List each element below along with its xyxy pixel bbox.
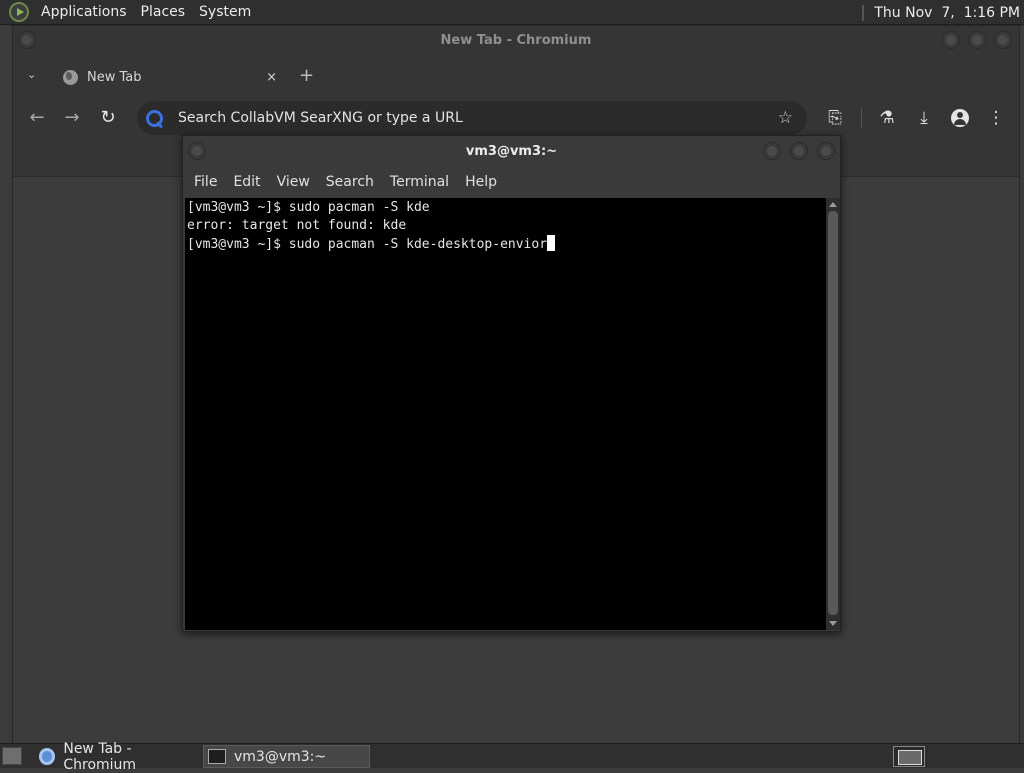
clock-text: Thu Nov 7, 1:16 PM [874, 4, 1020, 21]
menu-terminal[interactable]: Terminal [382, 174, 457, 190]
profile-avatar-icon[interactable] [948, 106, 972, 130]
browser-toolbar: ← → ↻ Search CollabVM SearXNG or type a … [13, 98, 1019, 138]
menu-search[interactable]: Search [318, 174, 382, 190]
extensions-puzzle-icon[interactable]: ⎘ [823, 106, 847, 130]
scroll-up-arrow-icon[interactable] [829, 202, 837, 207]
terminal-line-current: [vm3@vm3 ~]$ sudo pacman -S kde-desktop-… [187, 235, 826, 254]
menu-applications[interactable]: Applications [34, 4, 134, 20]
back-arrow-icon[interactable]: ← [25, 106, 49, 130]
bottom-panel: New Tab - Chromium vm3@vm3:~ [0, 741, 1024, 773]
chromium-window-title: New Tab - Chromium [440, 33, 592, 48]
scroll-down-arrow-icon[interactable] [829, 621, 837, 626]
chromium-icon [39, 748, 56, 765]
menu-system[interactable]: System [192, 4, 258, 20]
menu-places[interactable]: Places [134, 4, 193, 20]
terminal-minimize-icon[interactable] [763, 142, 781, 160]
menu-view[interactable]: View [269, 174, 318, 190]
maximize-icon[interactable] [968, 31, 986, 49]
panel-separator [862, 4, 865, 21]
terminal-line: error: target not found: kde [187, 218, 407, 233]
downloads-icon[interactable]: ⤓ [912, 106, 936, 130]
text-cursor [547, 235, 556, 251]
workspace-switcher[interactable] [893, 746, 925, 767]
terminal-input: [vm3@vm3 ~]$ sudo pacman -S kde-desktop-… [187, 237, 548, 252]
terminal-scrollbar[interactable] [826, 198, 840, 630]
tab-close-icon[interactable]: × [266, 70, 277, 85]
taskbar-terminal-label: vm3@vm3:~ [234, 748, 327, 765]
terminal-window: vm3@vm3:~ File Edit View Search Terminal… [182, 135, 841, 632]
scrollbar-thumb[interactable] [828, 211, 838, 615]
toolbar-divider [861, 108, 862, 128]
tab-search-chevron-icon[interactable]: ⌄ [27, 68, 41, 82]
terminal-maximize-icon[interactable] [790, 142, 808, 160]
distro-logo-icon[interactable] [9, 2, 29, 22]
forward-arrow-icon[interactable]: → [60, 106, 84, 130]
terminal-line: [vm3@vm3 ~]$ sudo pacman -S kde [187, 200, 430, 215]
tab-strip: ⌄ New Tab × + [13, 58, 1019, 94]
omnibox[interactable]: Search CollabVM SearXNG or type a URL ☆ [137, 101, 807, 135]
clock[interactable]: Thu Nov 7, 1:16 PM [862, 0, 1020, 25]
terminal-screen[interactable]: [vm3@vm3 ~]$ sudo pacman -S kde error: ta… [185, 198, 826, 630]
reload-icon[interactable]: ↻ [96, 106, 120, 130]
show-desktop-icon[interactable] [2, 747, 22, 765]
top-panel: Applications Places System Thu Nov 7, 1:… [0, 0, 1024, 25]
taskbar-terminal[interactable]: vm3@vm3:~ [203, 745, 370, 768]
menu-edit[interactable]: Edit [225, 174, 268, 190]
omnibox-placeholder[interactable]: Search CollabVM SearXNG or type a URL [178, 110, 778, 126]
globe-icon [63, 69, 78, 85]
tab-new-tab[interactable]: New Tab × [53, 60, 285, 94]
search-icon [145, 109, 163, 127]
terminal-window-title: vm3@vm3:~ [465, 144, 558, 159]
terminal-icon [208, 749, 226, 764]
new-tab-button[interactable]: + [299, 65, 314, 86]
bookmark-star-icon[interactable]: ☆ [778, 108, 793, 128]
minimize-icon[interactable] [942, 31, 960, 49]
menu-help[interactable]: Help [457, 174, 505, 190]
more-menu-icon[interactable]: ⋮ [984, 106, 1008, 130]
terminal-menubar: File Edit View Search Terminal Help [183, 168, 840, 196]
taskbar-chromium[interactable]: New Tab - Chromium [35, 741, 200, 773]
labs-flask-icon[interactable]: ⚗ [875, 106, 899, 130]
tab-title: New Tab [87, 69, 142, 85]
terminal-close-icon[interactable] [817, 142, 835, 160]
menu-file[interactable]: File [186, 174, 225, 190]
close-window-icon[interactable] [994, 31, 1012, 49]
